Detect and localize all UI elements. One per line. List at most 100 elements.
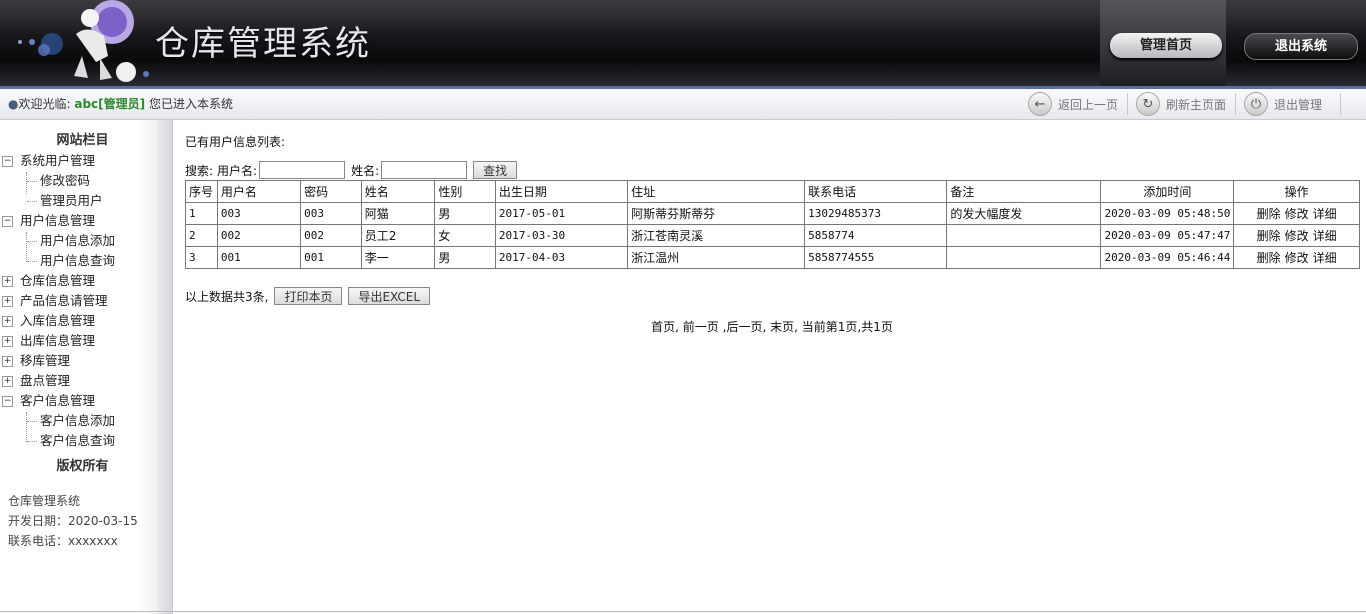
sidebar-group-warehouse[interactable]: + 仓库信息管理 [0,271,150,291]
tree-line [27,181,37,182]
admin-home-button[interactable]: 管理首页 [1110,33,1222,58]
search-button[interactable]: 查找 [473,161,518,179]
print-button[interactable]: 打印本页 [274,287,343,305]
back-button[interactable]: ← 返回上一页 [1028,91,1118,117]
sidebar-group-label: 产品信息请管理 [20,293,108,308]
tree-line [27,241,37,242]
sidebar-title: 网站栏目 [56,133,109,148]
sidebar-item-user-add[interactable]: 用户信息添加 [40,231,115,251]
cell-username: 003 [216,202,302,225]
cell-actions: 删除 修改 详细 [1233,246,1360,269]
sidebar-item-customer-add[interactable]: 客户信息添加 [40,411,115,431]
next-page-link[interactable]: ,后一页, [723,320,767,334]
tree-line [26,172,27,194]
column-header: 添加时间 [1100,180,1235,203]
sidebar-item-user-query[interactable]: 用户信息查询 [40,251,115,271]
current-user: abc[管理员] [74,97,146,111]
delete-link[interactable]: 删除 [1257,207,1281,221]
detail-link[interactable]: 详细 [1313,229,1337,243]
cell-name: 李一 [360,246,436,269]
column-header: 联系电话 [804,180,948,203]
name-search-input[interactable] [381,161,468,179]
divider [1127,93,1128,115]
sidebar-group-customer[interactable]: − 客户信息管理 [0,391,150,411]
prev-page-link[interactable]: 前一页 [683,320,719,334]
bottom-border [0,611,1366,612]
app-header: 仓库管理系统 管理首页 退出系统 [0,0,1366,86]
search-label: 搜索: [185,163,214,178]
expand-icon[interactable]: + [2,356,13,367]
logo-icon [18,0,149,82]
summary-bar: 以上数据共3条, 打印本页 导出EXCEL [185,287,431,305]
column-header: 出生日期 [494,180,629,203]
page-status: 当前第1页,共1页 [801,320,893,334]
collapse-icon[interactable]: − [2,396,13,407]
first-page-link[interactable]: 首页, [651,320,679,334]
table-row: 3 001 001 李一 男 2017-04-03 浙江温州 585877455… [185,246,1360,269]
sidebar-group-label: 盘点管理 [20,373,71,388]
last-page-link[interactable]: 末页, [770,320,798,334]
cell-index: 1 [185,202,218,225]
column-header: 姓名 [360,180,436,203]
delete-link[interactable]: 删除 [1257,251,1281,265]
cell-birthdate: 2017-04-03 [494,246,629,269]
collapse-icon[interactable]: − [2,216,13,227]
cell-index: 2 [185,224,218,247]
column-header: 用户名 [216,180,302,203]
welcome-suffix: 您已进入本系统 [148,97,233,111]
expand-icon[interactable]: + [2,316,13,327]
delete-link[interactable]: 删除 [1257,229,1281,243]
expand-icon[interactable]: + [2,296,13,307]
tree-line [26,412,27,442]
edit-link[interactable]: 修改 [1285,251,1309,265]
logout-label: 退出管理 [1274,97,1323,112]
divider [1235,93,1236,115]
welcome-message: ●欢迎光临: abc[管理员] 您已进入本系统 [8,95,233,112]
exit-system-button[interactable]: 退出系统 [1244,33,1358,60]
sidebar-group-system-users[interactable]: − 系统用户管理 [0,151,150,171]
sidebar-group-label: 仓库信息管理 [20,273,96,288]
expand-icon[interactable]: + [2,376,13,387]
cell-password: 002 [300,224,362,247]
sidebar-item-change-password[interactable]: 修改密码 [40,171,90,191]
cell-address: 阿斯蒂芬斯蒂芬 [627,202,806,225]
list-title: 已有用户信息列表: [185,135,286,149]
username-search-input[interactable] [259,161,346,179]
welcome-prefix: 欢迎光临: [18,97,71,111]
cell-added-time: 2020-03-09 05:48:50 [1100,202,1235,225]
expand-icon[interactable]: + [2,336,13,347]
tree-line [27,261,37,262]
logout-button[interactable]: ⏻ 退出管理 [1244,91,1322,117]
expand-icon[interactable]: + [2,276,13,287]
sidebar-group-inbound[interactable]: + 入库信息管理 [0,311,150,331]
cell-remark [946,224,1102,247]
detail-link[interactable]: 详细 [1313,251,1337,265]
sidebar-group-outbound[interactable]: + 出库信息管理 [0,331,150,351]
sidebar-group-label: 客户信息管理 [20,393,96,408]
sidebar-group-product[interactable]: + 产品信息请管理 [0,291,150,311]
copyright-title: 版权所有 [56,459,109,474]
detail-link[interactable]: 详细 [1313,207,1337,221]
sidebar-group-label: 入库信息管理 [20,313,96,328]
sidebar-item-customer-query[interactable]: 客户信息查询 [40,431,115,451]
cell-password: 001 [300,246,362,269]
cell-added-time: 2020-03-09 05:46:44 [1100,246,1235,269]
user-table: 序号 用户名 密码 姓名 性别 出生日期 住址 联系电话 备注 添加时间 操作 … [185,180,1360,269]
sidebar: 网站栏目 − 系统用户管理 修改密码 管理员用户 − 用户信息管理 用户信息添加… [0,120,173,614]
users-icon: ● [8,97,19,111]
pagination: 首页, 前一页 ,后一页, 末页, 当前第1页,共1页 [178,318,1366,335]
tree-line [27,201,37,202]
sidebar-group-label: 用户信息管理 [20,213,96,228]
sidebar-group-transfer[interactable]: + 移库管理 [0,351,150,371]
sidebar-group-inventory[interactable]: + 盘点管理 [0,371,150,391]
collapse-icon[interactable]: − [2,156,13,167]
export-excel-button[interactable]: 导出EXCEL [348,287,431,305]
table-row: 2 002 002 员工2 女 2017-03-30 浙江苍南灵溪 585877… [185,224,1360,247]
sidebar-group-user-info[interactable]: − 用户信息管理 [0,211,150,231]
sidebar-item-admin-users[interactable]: 管理员用户 [40,191,103,211]
edit-link[interactable]: 修改 [1285,207,1309,221]
name-label: 姓名: [351,163,380,178]
cell-birthdate: 2017-03-30 [494,224,629,247]
edit-link[interactable]: 修改 [1285,229,1309,243]
refresh-button[interactable]: ↻ 刷新主页面 [1136,91,1226,117]
